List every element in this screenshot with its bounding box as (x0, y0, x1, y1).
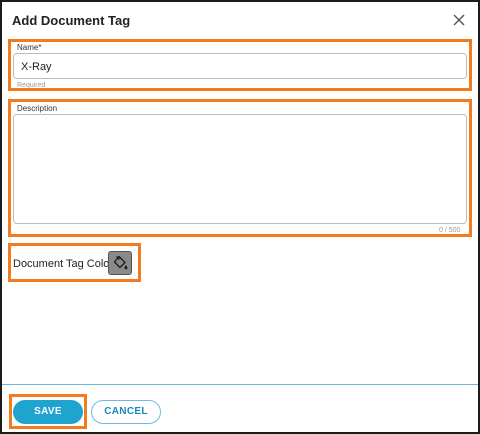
footer-divider (2, 384, 478, 385)
name-input[interactable] (21, 60, 451, 74)
name-field-label: Name* (17, 43, 42, 52)
paint-bucket-icon (113, 255, 128, 270)
description-field-box[interactable] (13, 114, 467, 224)
name-field-box[interactable] (13, 53, 467, 79)
description-field-label: Description (17, 104, 58, 113)
dialog-title: Add Document Tag (12, 13, 131, 28)
add-document-tag-dialog: Add Document Tag Name* Required Descript… (0, 0, 480, 434)
document-tag-color-label: Document Tag Color (13, 258, 114, 270)
save-button[interactable]: SAVE (13, 400, 83, 424)
description-textarea[interactable] (20, 120, 460, 218)
name-required-hint: Required (17, 82, 46, 89)
close-icon[interactable] (451, 12, 467, 28)
color-picker-button[interactable] (108, 251, 132, 275)
description-char-counter: 0 / 500 (439, 227, 461, 234)
cancel-button[interactable]: CANCEL (91, 400, 161, 424)
